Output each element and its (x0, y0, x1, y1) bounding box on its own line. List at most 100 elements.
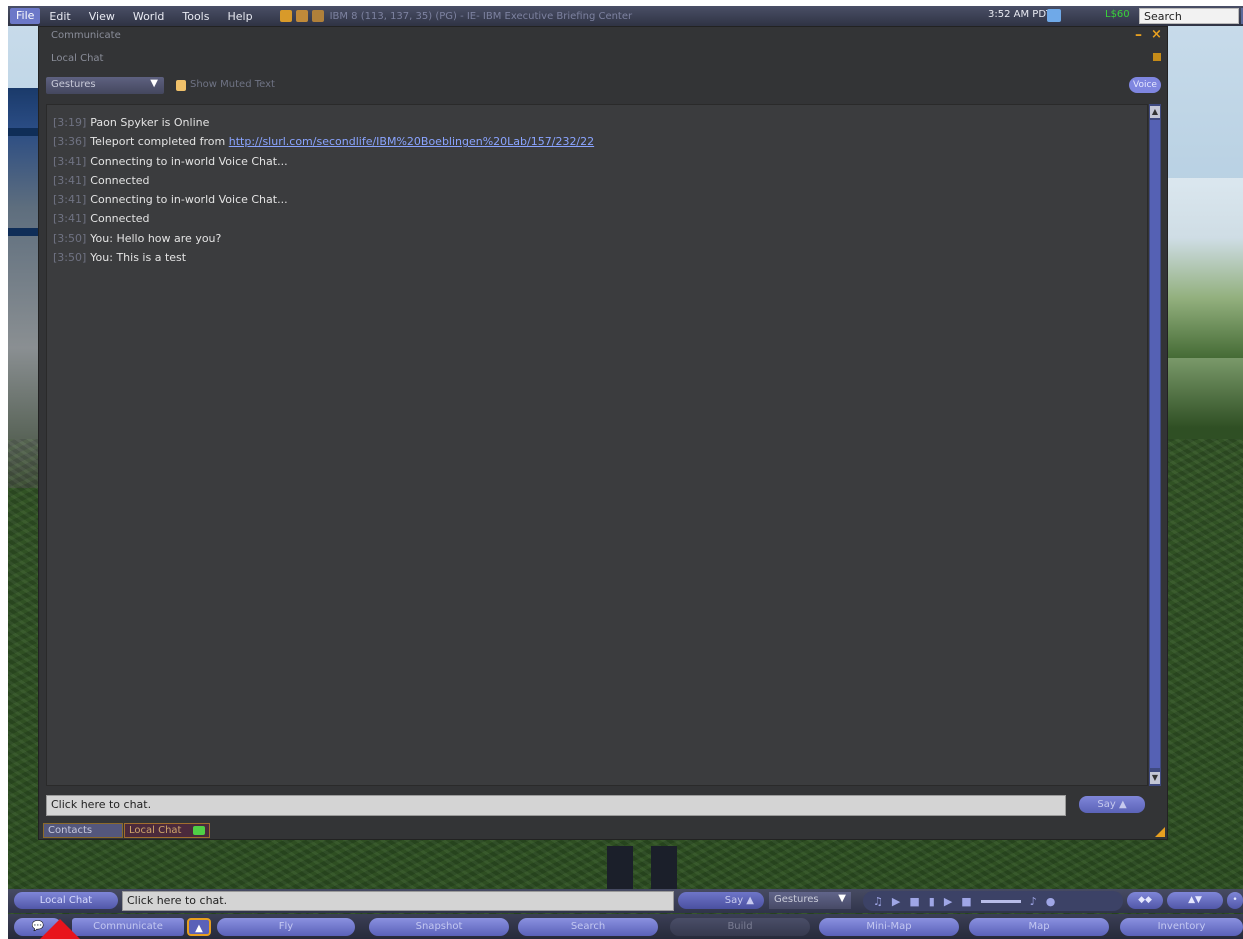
clock: 3:52 AM PDT (988, 9, 1053, 20)
window-title: Communicate (51, 30, 121, 41)
chatbar-gestures-dropdown[interactable]: Gestures ▼ (769, 892, 851, 909)
chat-line: [3:41] Connected (53, 209, 1141, 228)
toolbar: 💬 Communicate ▲ Fly Snapshot Search Buil… (8, 914, 1243, 939)
volume-slider[interactable] (980, 899, 1021, 903)
chat-text: You: Hello how are you? (90, 231, 222, 245)
gestures-label: Gestures (51, 79, 96, 90)
minimize-icon[interactable]: – (1135, 27, 1142, 43)
speech-bubble-icon (193, 826, 205, 835)
menu-tools[interactable]: Tools (173, 10, 218, 23)
pin-icon[interactable] (1153, 53, 1161, 61)
camera-controls-button[interactable]: ◆◆ (1127, 892, 1163, 909)
chevron-down-icon: ▼ (838, 893, 846, 904)
chat-text: Connecting to in-world Voice Chat... (90, 154, 288, 168)
scroll-thumb[interactable] (1150, 120, 1160, 768)
chat-text: Teleport completed from (90, 135, 229, 149)
communicate-expand-button[interactable]: ▲ (187, 918, 211, 936)
media-icon[interactable]: ▮ (929, 895, 935, 908)
media-play-icon[interactable]: ▶ (944, 895, 952, 908)
chat-text: Connecting to in-world Voice Chat... (90, 193, 288, 207)
building-right (1163, 178, 1243, 358)
music-icon[interactable]: ♫ (873, 895, 883, 908)
tab-local-chat[interactable]: Local Chat (124, 823, 210, 838)
gestures-dropdown[interactable]: Gestures ▼ (46, 77, 164, 94)
chat-line: [3:41] Connected (53, 171, 1141, 190)
menu-help[interactable]: Help (218, 10, 261, 23)
fly-allowed-icon (295, 10, 308, 22)
chat-history[interactable]: [3:19] Paon Spyker is Online [3:36] Telepor… (46, 104, 1148, 786)
chatbar-input[interactable]: Click here to chat. (122, 891, 674, 911)
communicate-window: Communicate Local Chat – × Gestures ▼ Sh… (38, 26, 1168, 840)
stop-icon[interactable]: ■ (909, 895, 919, 908)
parcel-status-icons (279, 10, 324, 22)
fly-button[interactable]: Fly (217, 918, 355, 936)
building-left (8, 88, 42, 488)
chat-line: [3:41] Connecting to in-world Voice Chat.… (53, 152, 1141, 171)
local-chat-button[interactable]: Local Chat (14, 892, 118, 909)
menu-world[interactable]: World (124, 10, 174, 23)
snapshot-button[interactable]: Snapshot (369, 918, 509, 936)
play-icon[interactable]: ▶ (892, 895, 900, 908)
tab-local-chat-label: Local Chat (129, 825, 182, 836)
balance[interactable]: L$60 (1105, 9, 1130, 20)
chat-timestamp: [3:36] (53, 135, 87, 149)
voice-status-icon[interactable] (1047, 9, 1061, 22)
chat-line: [3:19] Paon Spyker is Online (53, 113, 1141, 132)
close-icon[interactable]: × (1151, 27, 1162, 42)
chat-bar: Local Chat Click here to chat. Say ▲ Ges… (8, 889, 1243, 913)
chat-text: Paon Spyker is Online (90, 116, 210, 129)
menu-bar: File Edit View World Tools Help IBM 8 (1… (8, 6, 1243, 26)
chatbar-gestures-label: Gestures (774, 894, 819, 905)
home-icon (279, 10, 292, 22)
chat-timestamp: [3:50] (53, 231, 87, 245)
voice-circle-icon[interactable]: ● (1046, 895, 1056, 908)
communicate-button[interactable]: Communicate (72, 918, 184, 936)
chatbar-say-button[interactable]: Say ▲ (678, 892, 764, 909)
window-subtitle: Local Chat (51, 53, 104, 64)
chat-text: Connected (90, 212, 150, 226)
minimap-button[interactable]: Mini-Map (819, 918, 959, 936)
media-controls: ♫ ▶ ■ ▮ ▶ ■ ♪ ● (863, 891, 1123, 911)
pointer-arrow-icon (38, 919, 82, 939)
chat-timestamp: [3:41] (53, 173, 87, 187)
tab-contacts[interactable]: Contacts (43, 823, 123, 838)
chat-line: [3:36] Teleport completed from http://slu… (53, 132, 1141, 151)
show-muted-label: Show Muted Text (190, 79, 275, 90)
chat-line: [3:50] You: Hello how are you? (53, 229, 1141, 248)
chat-timestamp: [3:41] (53, 193, 87, 207)
chat-link[interactable]: http://slurl.com/secondlife/IBM%20Boebli… (229, 135, 594, 148)
chat-timestamp: [3:19] (53, 116, 87, 129)
chat-line: [3:41] Connecting to in-world Voice Chat.… (53, 190, 1141, 209)
movement-button[interactable]: ▲▼ (1167, 892, 1223, 909)
say-label: Say (1097, 799, 1116, 810)
menu-file[interactable]: File (10, 8, 41, 24)
volume-icon[interactable]: ♪ (1030, 895, 1037, 908)
chat-scrollbar[interactable]: ▲ ▼ (1149, 104, 1161, 786)
scripts-icon (311, 10, 324, 22)
show-muted-checkbox[interactable] (176, 80, 186, 91)
chat-line: [3:50] You: This is a test (53, 248, 1141, 267)
chat-input[interactable]: Click here to chat. (46, 795, 1066, 816)
menu-view[interactable]: View (80, 10, 124, 23)
voice-button[interactable]: Voice (1129, 77, 1161, 93)
chat-timestamp: [3:41] (53, 212, 87, 226)
media-stop-icon[interactable]: ■ (961, 895, 971, 908)
resize-handle[interactable] (1155, 827, 1165, 837)
chat-text: Connected (90, 173, 150, 187)
say-button[interactable]: Say ▲ (1079, 796, 1145, 813)
chevron-down-icon: ▼ (150, 78, 158, 89)
chat-text: You: This is a test (90, 251, 187, 265)
chat-timestamp: [3:50] (53, 251, 87, 265)
search-toolbar-button[interactable]: Search (518, 918, 658, 936)
build-button[interactable]: Build (670, 918, 810, 936)
chatbar-say-label: Say (724, 895, 744, 906)
location-text[interactable]: IBM 8 (113, 137, 35) (PG) - IE- IBM Exec… (330, 11, 633, 22)
scroll-down-icon[interactable]: ▼ (1150, 772, 1160, 784)
map-button[interactable]: Map (969, 918, 1109, 936)
scroll-up-icon[interactable]: ▲ (1150, 106, 1160, 118)
menu-edit[interactable]: Edit (40, 10, 79, 23)
inventory-button[interactable]: Inventory (1120, 918, 1243, 936)
search-input[interactable]: Search (1139, 8, 1239, 24)
chat-timestamp: [3:41] (53, 154, 87, 168)
more-button[interactable]: • (1227, 892, 1243, 909)
